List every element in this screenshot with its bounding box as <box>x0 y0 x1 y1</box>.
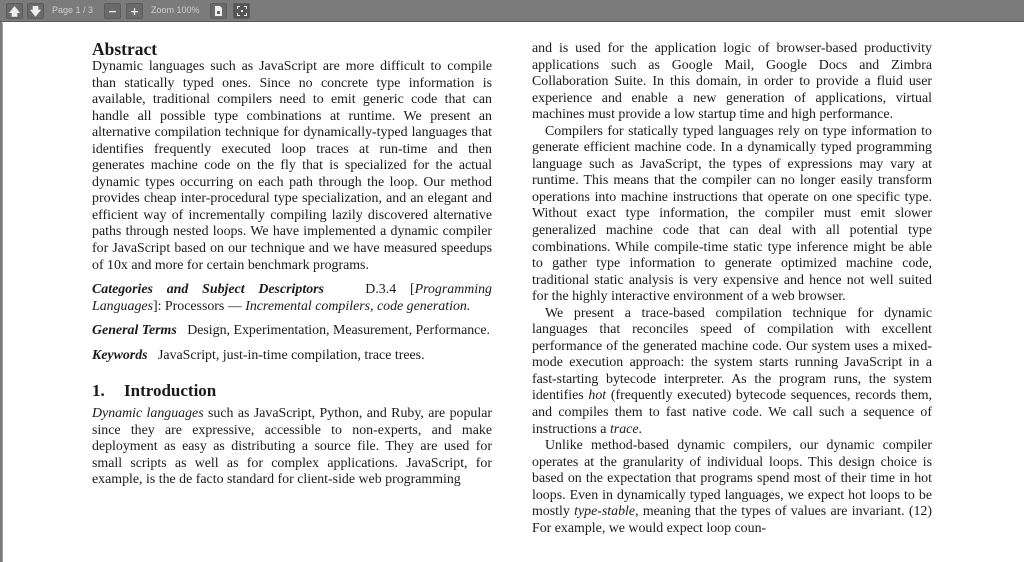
categories-descriptors: Categories and Subject Descriptors D.3.4… <box>92 282 493 314</box>
pdf-toolbar: 🡅 🡇 Page 1 / 3 − + Zoom 100% <box>0 0 1024 22</box>
zoom-level: Zoom 100% <box>151 5 200 15</box>
intro-paragraph-1: Dynamic languages such as JavaScript, Py… <box>92 406 493 488</box>
abstract-heading: Abstract <box>92 39 158 59</box>
previous-page-button[interactable]: 🡅 <box>6 3 23 19</box>
zoom-out-button[interactable]: − <box>104 3 121 19</box>
abstract-text: Dynamic languages such as JavaScript are… <box>92 59 492 273</box>
fullscreen-button[interactable] <box>233 3 250 19</box>
intro-paragraph-2: Compilers for statically typed languages… <box>532 123 932 305</box>
zoom-in-button[interactable]: + <box>126 3 143 19</box>
minus-icon: − <box>107 4 118 18</box>
introduction-heading: 1. Introduction <box>92 381 217 401</box>
section-number: 1. <box>92 381 105 401</box>
general-terms-label: General Terms <box>92 323 177 339</box>
plus-icon: + <box>129 4 140 18</box>
general-terms: General Terms Design, Experimentation, M… <box>92 323 490 339</box>
next-page-button[interactable]: 🡇 <box>27 3 44 19</box>
intro-paragraph-4: Unlike method-based dynamic compilers, o… <box>532 438 932 536</box>
intro-paragraph-continued: and is used for the application logic of… <box>532 41 932 123</box>
keywords-label: Keywords <box>92 347 148 363</box>
right-column: and is used for the application logic of… <box>532 41 932 537</box>
download-button[interactable] <box>210 3 227 19</box>
keywords: Keywords JavaScript, just-in-time compil… <box>92 347 425 363</box>
pdf-page: Abstract Dynamic languages such as JavaS… <box>2 23 1024 562</box>
left-column: Abstract Dynamic languages such as JavaS… <box>92 39 492 489</box>
arrow-up-icon: 🡅 <box>8 4 21 18</box>
arrow-down-icon: 🡇 <box>29 4 42 18</box>
document-icon <box>215 6 222 16</box>
fullscreen-icon <box>236 6 247 16</box>
intro-paragraph-3: We present a trace-based compilation tec… <box>532 305 932 437</box>
categories-label: Categories and Subject Descriptors <box>92 282 324 298</box>
page-indicator: Page 1 / 3 <box>52 5 94 15</box>
